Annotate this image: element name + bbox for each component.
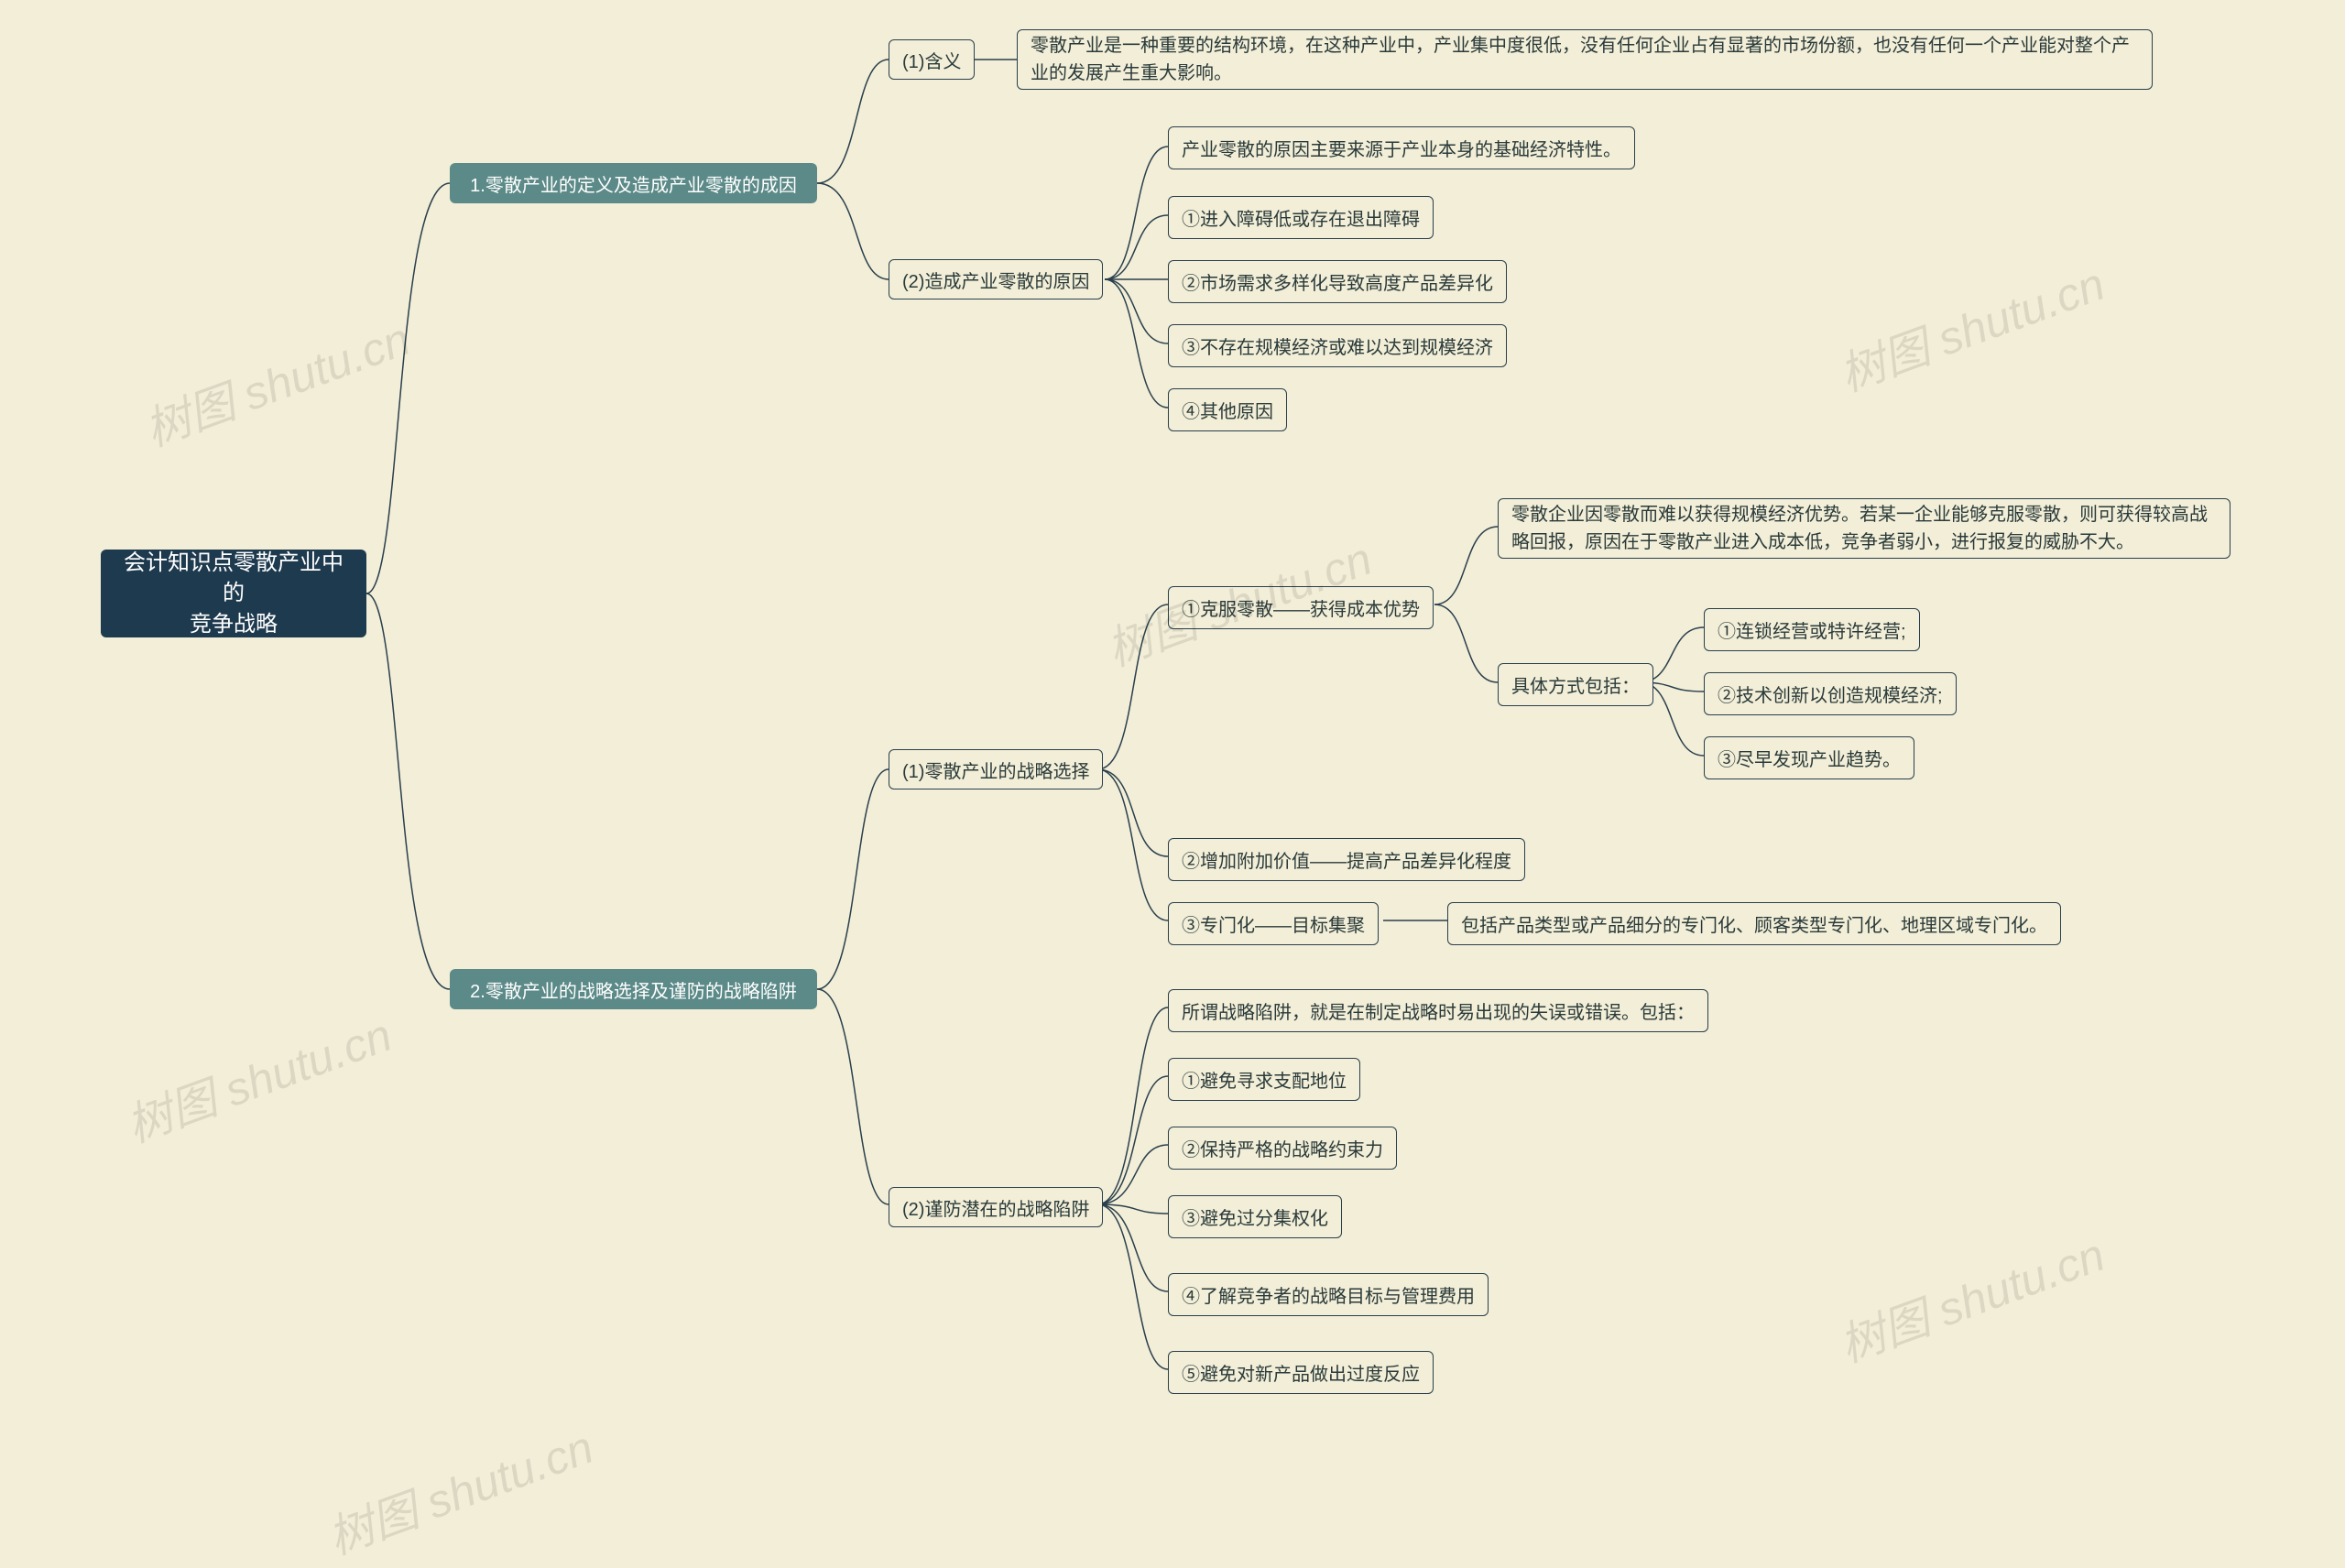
node-b2-2-item-4[interactable]: ④了解竞争者的战略目标与管理费用 — [1168, 1273, 1489, 1316]
node-b2-2-item-3[interactable]: ③避免过分集权化 — [1168, 1195, 1342, 1238]
watermark: 树图 shutu.cn — [1829, 1218, 2112, 1375]
root-title: 会计知识点零散产业中的 竞争战略 — [114, 548, 354, 640]
node-b2-1-text-content: 零散企业因零散而难以获得规模经济优势。若某一企业能够克服零散，则可获得较高战略回… — [1511, 501, 2217, 556]
node-b1-2-label: (2)造成产业零散的原因 — [902, 267, 1089, 293]
branch-2[interactable]: 2.零散产业的战略选择及谨防的战略陷阱 — [450, 969, 817, 1009]
node-b1-1[interactable]: (1)含义 — [889, 39, 975, 80]
node-b2-1-b[interactable]: ②增加附加价值——提高产品差异化程度 — [1168, 838, 1525, 881]
node-b1-2-item-2-text: ②市场需求多样化导致高度产品差异化 — [1182, 268, 1493, 295]
node-b2-1-a-text: ①克服零散——获得成本优势 — [1182, 594, 1420, 621]
node-b1-2-item-3-text: ③不存在规模经济或难以达到规模经济 — [1182, 332, 1493, 359]
node-b2-2-item-0-text: 所谓战略陷阱，就是在制定战略时易出现的失误或错误。包括： — [1182, 997, 1695, 1024]
node-b2-2-item-2-text: ②保持严格的战略约束力 — [1182, 1135, 1383, 1161]
node-b2-2-item-2[interactable]: ②保持严格的战略约束力 — [1168, 1127, 1397, 1170]
node-b1-2-item-0[interactable]: 产业零散的原因主要来源于产业本身的基础经济特性。 — [1168, 126, 1635, 169]
node-b2-2-item-5[interactable]: ⑤避免对新产品做出过度反应 — [1168, 1351, 1434, 1394]
node-method-1[interactable]: ②技术创新以创造规模经济; — [1704, 672, 1957, 715]
node-b1-2-item-2[interactable]: ②市场需求多样化导致高度产品差异化 — [1168, 260, 1507, 303]
node-methods-label-text: 具体方式包括： — [1511, 671, 1640, 698]
node-b2-1-label: (1)零散产业的战略选择 — [902, 757, 1089, 783]
node-method-2-text: ③尽早发现产业趋势。 — [1718, 745, 1901, 771]
node-b1-2-item-1-text: ①进入障碍低或存在退出障碍 — [1182, 204, 1420, 231]
watermark: 树图 shutu.cn — [1829, 247, 2112, 404]
node-b2-1-c[interactable]: ③专门化——目标集聚 — [1168, 902, 1379, 945]
node-b1-2-item-3[interactable]: ③不存在规模经济或难以达到规模经济 — [1168, 324, 1507, 367]
node-b2-2-item-3-text: ③避免过分集权化 — [1182, 1203, 1328, 1230]
watermark: 树图 shutu.cn — [318, 1410, 601, 1567]
node-b1-2-item-4[interactable]: ④其他原因 — [1168, 388, 1287, 431]
node-b2-1-c-detail-text: 包括产品类型或产品细分的专门化、顾客类型专门化、地理区域专门化。 — [1461, 910, 2047, 937]
node-b2-1[interactable]: (1)零散产业的战略选择 — [889, 749, 1103, 789]
node-method-0-text: ①连锁经营或特许经营; — [1718, 616, 1906, 643]
node-method-2[interactable]: ③尽早发现产业趋势。 — [1704, 736, 1914, 779]
node-b2-1-a[interactable]: ①克服零散——获得成本优势 — [1168, 586, 1434, 629]
node-method-1-text: ②技术创新以创造规模经济; — [1718, 681, 1943, 707]
node-b1-2[interactable]: (2)造成产业零散的原因 — [889, 259, 1103, 299]
node-b1-1-text[interactable]: 零散产业是一种重要的结构环境，在这种产业中，产业集中度很低，没有任何企业占有显著… — [1017, 29, 2153, 90]
node-b2-2-item-4-text: ④了解竞争者的战略目标与管理费用 — [1182, 1281, 1475, 1308]
node-methods-label[interactable]: 具体方式包括： — [1498, 663, 1653, 706]
node-b2-1-c-text: ③专门化——目标集聚 — [1182, 910, 1365, 937]
root-node[interactable]: 会计知识点零散产业中的 竞争战略 — [101, 550, 366, 637]
watermark: 树图 shutu.cn — [135, 302, 418, 459]
branch-1-label: 1.零散产业的定义及造成产业零散的成因 — [470, 170, 797, 197]
node-b1-2-item-1[interactable]: ①进入障碍低或存在退出障碍 — [1168, 196, 1434, 239]
branch-1[interactable]: 1.零散产业的定义及造成产业零散的成因 — [450, 163, 817, 203]
node-b2-2-item-0[interactable]: 所谓战略陷阱，就是在制定战略时易出现的失误或错误。包括： — [1168, 989, 1708, 1032]
node-b2-1-text[interactable]: 零散企业因零散而难以获得规模经济优势。若某一企业能够克服零散，则可获得较高战略回… — [1498, 498, 2230, 559]
node-b1-1-label: (1)含义 — [902, 47, 961, 73]
node-b1-2-item-0-text: 产业零散的原因主要来源于产业本身的基础经济特性。 — [1182, 135, 1621, 161]
node-b2-1-b-text: ②增加附加价值——提高产品差异化程度 — [1182, 846, 1511, 873]
node-b2-2-item-1-text: ①避免寻求支配地位 — [1182, 1066, 1347, 1093]
node-b2-2-item-1[interactable]: ①避免寻求支配地位 — [1168, 1058, 1360, 1101]
branch-2-label: 2.零散产业的战略选择及谨防的战略陷阱 — [470, 976, 797, 1003]
node-b1-2-item-4-text: ④其他原因 — [1182, 397, 1273, 423]
node-b2-2-item-5-text: ⑤避免对新产品做出过度反应 — [1182, 1359, 1420, 1386]
node-b2-2[interactable]: (2)谨防潜在的战略陷阱 — [889, 1187, 1103, 1227]
node-b2-2-label: (2)谨防潜在的战略陷阱 — [902, 1194, 1089, 1221]
watermark: 树图 shutu.cn — [116, 998, 399, 1155]
node-method-0[interactable]: ①连锁经营或特许经营; — [1704, 608, 1920, 651]
node-b1-1-text-content: 零散产业是一种重要的结构环境，在这种产业中，产业集中度很低，没有任何企业占有显著… — [1031, 32, 2139, 87]
node-b2-1-c-detail[interactable]: 包括产品类型或产品细分的专门化、顾客类型专门化、地理区域专门化。 — [1447, 902, 2061, 945]
